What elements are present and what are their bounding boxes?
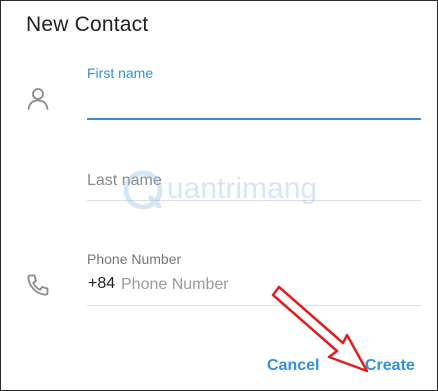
last-name-underline: [87, 200, 421, 201]
country-code[interactable]: +84: [88, 275, 115, 293]
phone-number-label: Phone Number: [87, 251, 182, 267]
person-icon: [25, 85, 51, 111]
new-contact-dialog: New Contact First name Phone Number +84 …: [0, 0, 438, 391]
phone-icon: [25, 272, 51, 298]
dialog-title: New Contact: [26, 13, 149, 36]
first-name-label: First name: [87, 65, 154, 81]
phone-number-input[interactable]: [121, 273, 411, 297]
create-button[interactable]: Create: [365, 357, 415, 375]
phone-number-underline: [87, 305, 421, 306]
first-name-input[interactable]: [87, 85, 420, 115]
first-name-underline: [87, 118, 421, 120]
cancel-button[interactable]: Cancel: [267, 357, 319, 375]
last-name-input[interactable]: [87, 167, 420, 195]
